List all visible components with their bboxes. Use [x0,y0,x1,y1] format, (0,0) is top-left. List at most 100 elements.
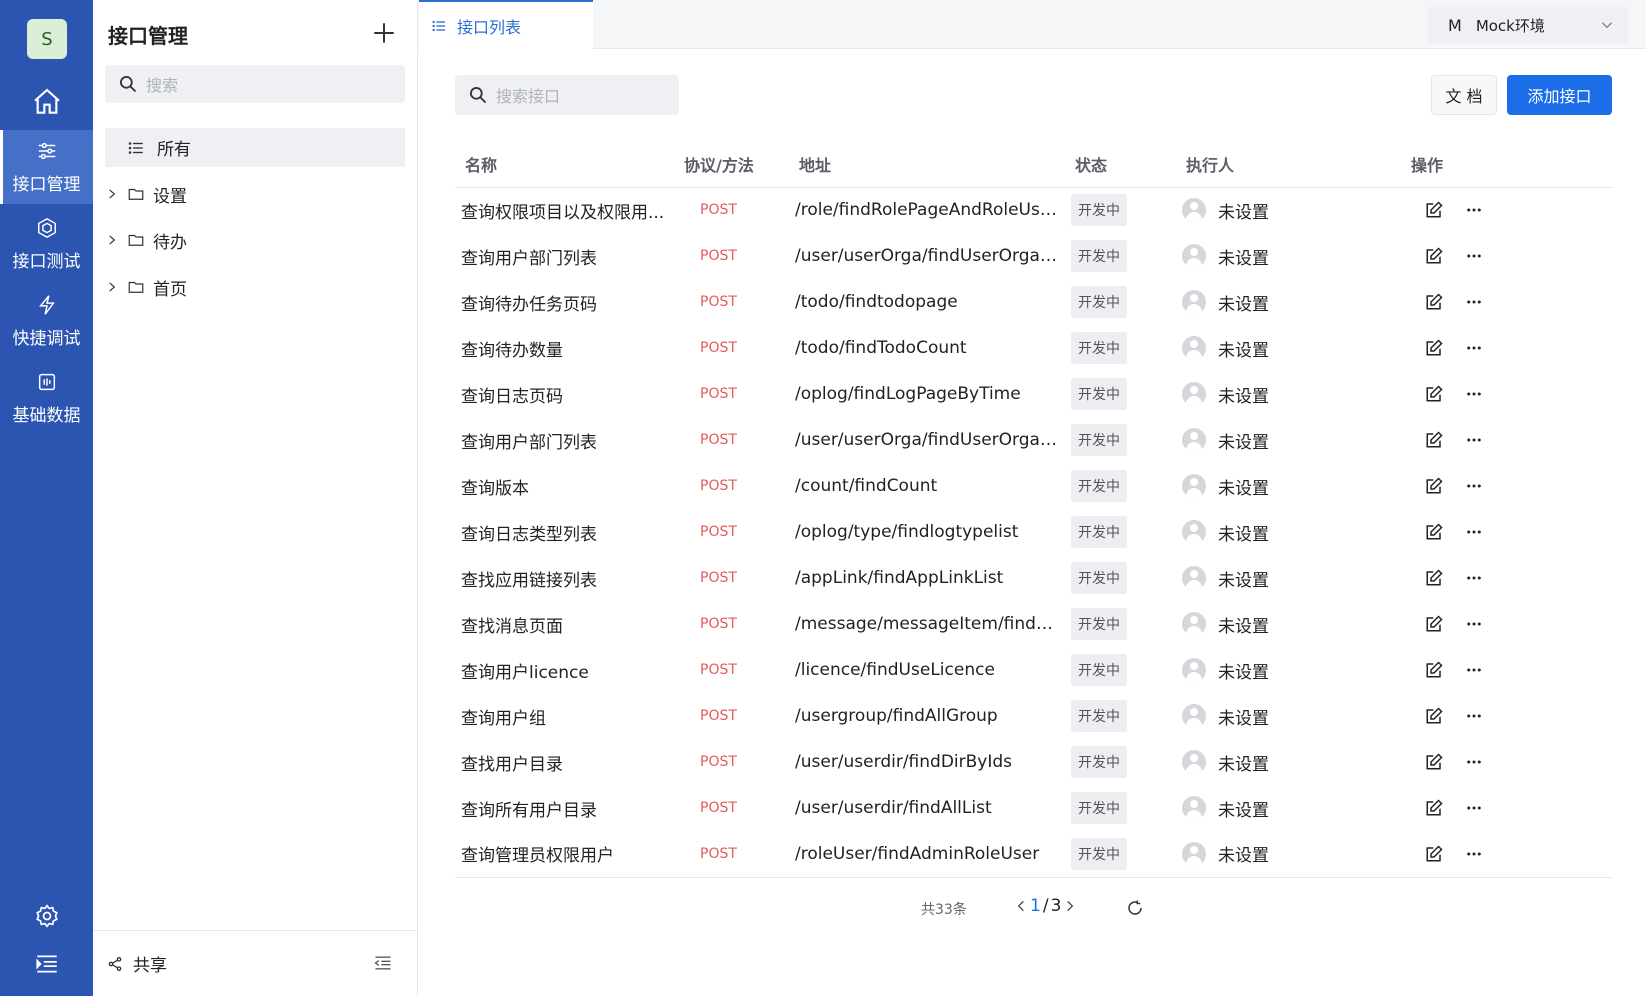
status-badge[interactable]: 开发中 [1071,792,1127,824]
table-row[interactable]: 查询权限项目以及权限用... POST/role/findRolePageAndR… [455,187,1612,233]
edit-icon[interactable] [1425,385,1443,403]
table-row[interactable]: 查找消息页面 POST/message/messageItem/findMess.… [455,601,1612,647]
api-name[interactable]: 查询日志页码 [455,371,674,417]
chevron-right-icon[interactable] [105,233,119,247]
share-button[interactable]: 共享 [107,951,167,976]
status-badge[interactable]: 开发中 [1071,194,1127,227]
edit-icon[interactable] [1425,339,1443,357]
status-badge[interactable]: 开发中 [1071,424,1127,456]
executor[interactable]: 未设置 [1182,841,1401,866]
more-icon[interactable] [1465,477,1483,495]
gear-icon[interactable] [34,903,60,929]
table-row[interactable]: 查询版本 POST/count/findCount 开发中 未设置 [455,463,1612,509]
api-search-input[interactable]: 搜索接口 [455,75,679,115]
status-badge[interactable]: 开发中 [1071,700,1127,732]
chevron-right-icon[interactable] [1063,897,1077,915]
table-row[interactable]: 查询管理员权限用户 POST/roleUser/findAdminRoleUser… [455,831,1612,878]
status-badge[interactable]: 开发中 [1071,562,1127,594]
more-icon[interactable] [1465,385,1483,403]
status-badge[interactable]: 开发中 [1071,746,1127,778]
more-icon[interactable] [1465,293,1483,311]
edit-icon[interactable] [1425,247,1443,265]
executor[interactable]: 未设置 [1182,290,1401,315]
edit-icon[interactable] [1425,477,1443,495]
more-icon[interactable] [1465,431,1483,449]
outdent-icon[interactable] [373,953,393,973]
edit-icon[interactable] [1425,293,1443,311]
status-badge[interactable]: 开发中 [1071,470,1127,502]
edit-icon[interactable] [1425,201,1443,219]
api-name[interactable]: 查询权限项目以及权限用... [455,187,674,233]
more-icon[interactable] [1465,845,1483,863]
executor[interactable]: 未设置 [1182,612,1401,637]
api-name[interactable]: 查询日志类型列表 [455,509,674,555]
status-badge[interactable]: 开发中 [1071,654,1127,686]
more-icon[interactable] [1465,707,1483,725]
api-name[interactable]: 查询所有用户目录 [455,785,674,831]
status-badge[interactable]: 开发中 [1071,378,1127,410]
executor[interactable]: 未设置 [1182,336,1401,361]
tab-api-list[interactable]: 接口列表 [419,0,593,50]
add-api-button[interactable]: 添加接口 [1507,75,1612,115]
chevron-right-icon[interactable] [105,280,119,294]
edit-icon[interactable] [1425,845,1443,863]
edit-icon[interactable] [1425,431,1443,449]
status-badge[interactable]: 开发中 [1071,516,1127,548]
executor[interactable]: 未设置 [1182,244,1401,269]
api-name[interactable]: 查找用户目录 [455,739,674,785]
more-icon[interactable] [1465,201,1483,219]
status-badge[interactable]: 开发中 [1071,286,1127,318]
table-row[interactable]: 查询待办任务页码 POST/todo/findtodopage 开发中 未设置 [455,279,1612,325]
edit-icon[interactable] [1425,523,1443,541]
table-row[interactable]: 查询用户组 POST/usergroup/findAllGroup 开发中 未设置 [455,693,1612,739]
doc-button[interactable]: 文 档 [1431,75,1497,115]
edit-icon[interactable] [1425,661,1443,679]
tree-search-input[interactable]: 搜索 [105,65,405,103]
api-name[interactable]: 查询用户部门列表 [455,233,674,279]
api-name[interactable]: 查询用户部门列表 [455,417,674,463]
table-row[interactable]: 查找用户目录 POST/user/userdir/findDirByIds 开发中 未… [455,739,1612,785]
executor[interactable]: 未设置 [1182,520,1401,545]
edit-icon[interactable] [1425,799,1443,817]
executor[interactable]: 未设置 [1182,382,1401,407]
chevron-right-icon[interactable] [105,187,119,201]
user-avatar[interactable]: S [27,19,67,59]
more-icon[interactable] [1465,799,1483,817]
add-icon[interactable] [371,20,397,46]
refresh-icon[interactable] [1126,899,1144,917]
edit-icon[interactable] [1425,753,1443,771]
executor[interactable]: 未设置 [1182,198,1401,223]
api-name[interactable]: 查找应用链接列表 [455,555,674,601]
api-name[interactable]: 查询用户licence [455,647,674,693]
chevron-left-icon[interactable] [1014,897,1028,915]
table-row[interactable]: 查询用户部门列表 POST/user/userOrga/findUserOrgaP… [455,233,1612,279]
more-icon[interactable] [1465,661,1483,679]
table-row[interactable]: 查询日志页码 POST/oplog/findLogPageByTime 开发中 未设置 [455,371,1612,417]
more-icon[interactable] [1465,615,1483,633]
tree-item-all[interactable]: 所有 [105,128,405,167]
status-badge[interactable]: 开发中 [1071,332,1127,364]
status-badge[interactable]: 开发中 [1071,240,1127,272]
executor[interactable]: 未设置 [1182,704,1401,729]
environment-select[interactable]: M Mock环境 [1428,7,1628,43]
more-icon[interactable] [1465,569,1483,587]
api-name[interactable]: 查询管理员权限用户 [455,831,674,878]
more-icon[interactable] [1465,247,1483,265]
api-name[interactable]: 查询用户组 [455,693,674,739]
executor[interactable]: 未设置 [1182,428,1401,453]
edit-icon[interactable] [1425,615,1443,633]
executor[interactable]: 未设置 [1182,566,1401,591]
api-name[interactable]: 查询待办任务页码 [455,279,674,325]
tree-folder[interactable]: 首页 [105,270,187,304]
status-badge[interactable]: 开发中 [1071,608,1127,640]
menu-collapse-icon[interactable] [34,951,60,977]
rail-item-base-data[interactable]: 基础数据 [0,361,93,435]
api-name[interactable]: 查询待办数量 [455,325,674,371]
edit-icon[interactable] [1425,569,1443,587]
table-row[interactable]: 查询所有用户目录 POST/user/userdir/findAllList 开发中… [455,785,1612,831]
edit-icon[interactable] [1425,707,1443,725]
rail-item-api-test[interactable]: 接口测试 [0,207,93,281]
more-icon[interactable] [1465,523,1483,541]
rail-item-api-management[interactable]: 接口管理 [0,130,93,204]
more-icon[interactable] [1465,339,1483,357]
